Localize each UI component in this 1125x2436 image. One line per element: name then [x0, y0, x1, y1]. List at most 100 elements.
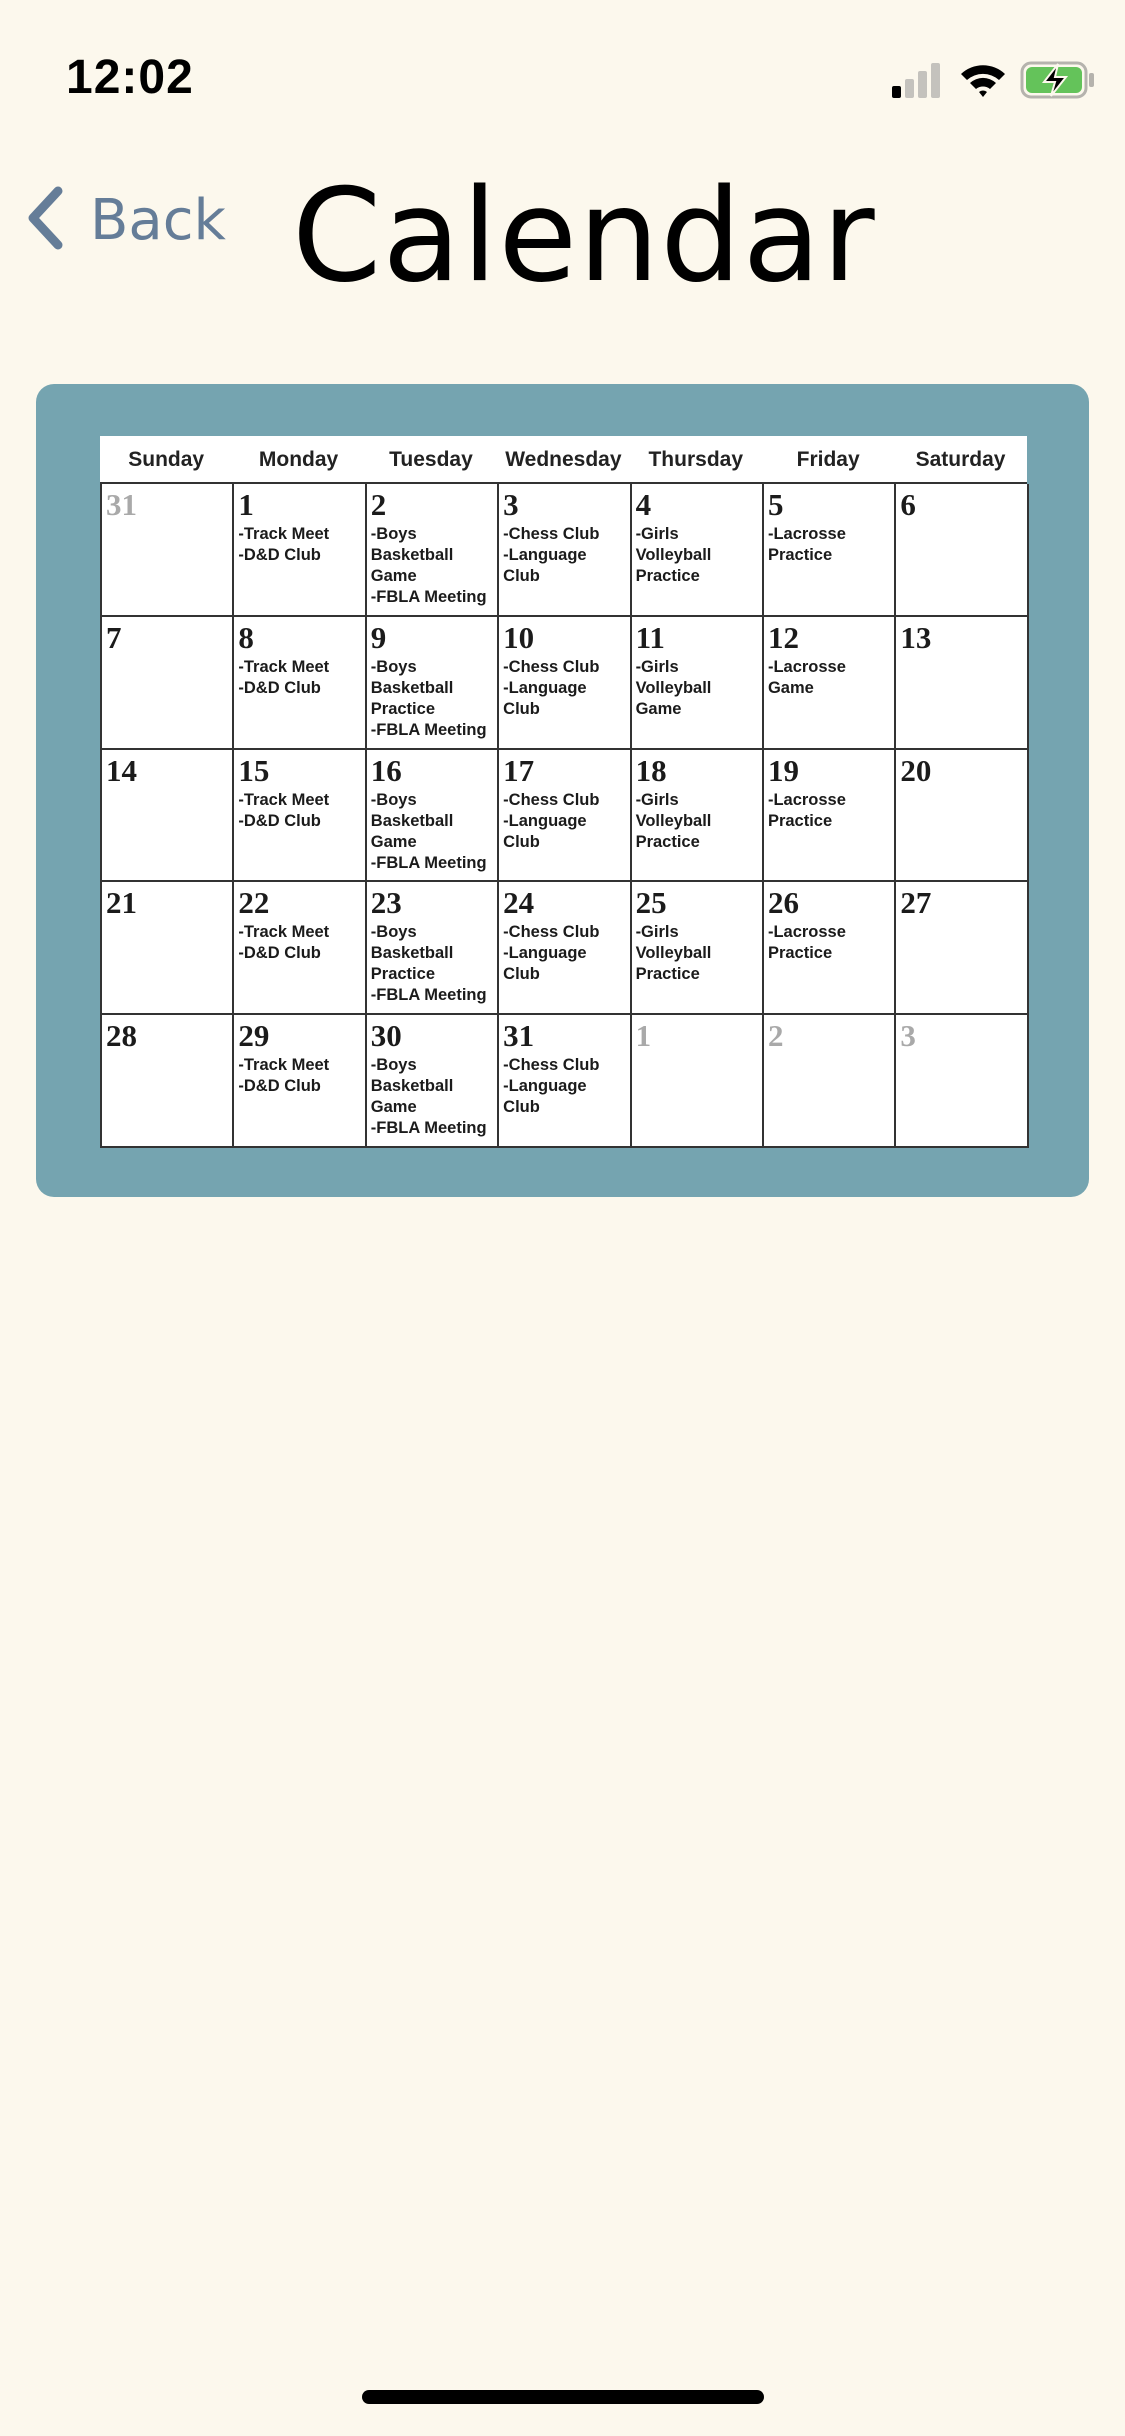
event-item[interactable]: -D&D Club: [238, 678, 360, 699]
event-item[interactable]: -D&D Club: [238, 943, 360, 964]
day-cell[interactable]: 23 -Boys Basketball Practice -FBLA Meeting: [366, 882, 500, 1016]
day-cell[interactable]: 13: [896, 616, 1029, 750]
event-item[interactable]: -Girls Volleyball Practice: [636, 922, 758, 985]
event-item[interactable]: -Girls Volleyball Practice: [636, 790, 758, 853]
event-item[interactable]: -Chess Club: [503, 790, 625, 811]
status-bar: 12:02: [0, 0, 1125, 150]
event-item[interactable]: -Girls Volleyball Game: [636, 657, 758, 720]
event-item[interactable]: -D&D Club: [238, 1076, 360, 1097]
day-cell[interactable]: 4 -Girls Volleyball Practice: [631, 484, 764, 617]
day-cell[interactable]: 1 -Track Meet -D&D Club: [234, 484, 367, 617]
page-title: Calendar: [292, 162, 876, 311]
event-item[interactable]: -Language Club: [503, 545, 625, 587]
day-cell[interactable]: 8 -Track Meet -D&D Club: [234, 616, 367, 750]
day-cell[interactable]: 15 -Track Meet -D&D Club: [234, 749, 367, 883]
day-number: 20: [900, 752, 932, 788]
home-indicator[interactable]: [362, 2390, 764, 2404]
event-item[interactable]: -Track Meet: [238, 790, 360, 811]
day-cell[interactable]: 19 -Lacrosse Practice: [763, 749, 897, 883]
event-item[interactable]: -Lacrosse Practice: [768, 922, 890, 964]
event-list: -Track Meet -D&D Club: [238, 1055, 360, 1097]
day-number: 29: [238, 1018, 270, 1054]
event-item[interactable]: -Chess Club: [503, 1055, 625, 1076]
day-number: 28: [106, 1018, 137, 1054]
battery-charging-icon: [1020, 60, 1096, 100]
event-item[interactable]: -Language Club: [503, 678, 625, 720]
event-item[interactable]: -Boys Basketball Practice: [371, 922, 493, 985]
day-number: 3: [503, 487, 519, 522]
day-cell[interactable]: 26 -Lacrosse Practice: [763, 882, 897, 1016]
event-item[interactable]: -FBLA Meeting: [371, 985, 493, 1006]
event-item[interactable]: -FBLA Meeting: [371, 1118, 493, 1139]
event-item[interactable]: -Language Club: [503, 943, 625, 985]
event-item[interactable]: -Lacrosse Practice: [768, 790, 890, 832]
day-grid: 31 1 -Track Meet -D&D Club 2 -Boys Basketball…: [100, 482, 1029, 1148]
event-item[interactable]: -Language Club: [503, 1076, 625, 1118]
event-item[interactable]: -Chess Club: [503, 657, 625, 678]
day-cell[interactable]: 31: [102, 484, 235, 617]
day-cell[interactable]: 22 -Track Meet -D&D Club: [234, 882, 367, 1016]
day-cell[interactable]: 20: [896, 749, 1029, 883]
event-item[interactable]: -Lacrosse Practice: [768, 524, 890, 566]
day-number: 13: [900, 619, 932, 655]
day-cell[interactable]: 18 -Girls Volleyball Practice: [631, 749, 764, 883]
event-item[interactable]: -Boys Basketball Game: [371, 524, 493, 587]
day-cell[interactable]: 9 -Boys Basketball Practice -FBLA Meeting: [366, 616, 500, 750]
day-cell[interactable]: 5 -Lacrosse Practice: [763, 484, 897, 617]
day-cell[interactable]: 17 -Chess Club -Language Club: [499, 749, 632, 883]
day-number: 23: [370, 885, 402, 921]
event-list: -Track Meet -D&D Club: [238, 657, 360, 699]
event-list: -Track Meet -D&D Club: [238, 790, 360, 832]
day-cell[interactable]: 2 -Boys Basketball Game -FBLA Meeting: [366, 484, 500, 617]
day-cell[interactable]: 6: [896, 484, 1029, 617]
event-item[interactable]: -Chess Club: [503, 524, 625, 545]
event-list: -Chess Club -Language Club: [503, 524, 625, 587]
event-item[interactable]: -Track Meet: [238, 1055, 360, 1076]
day-cell[interactable]: 30 -Boys Basketball Game -FBLA Meeting: [366, 1015, 500, 1148]
weekday-tuesday: Tuesday: [389, 448, 473, 471]
day-number: 17: [503, 752, 535, 788]
event-item[interactable]: -Lacrosse Game: [768, 657, 890, 699]
event-item[interactable]: -Boys Basketball Game: [371, 790, 493, 853]
day-cell[interactable]: 31 -Chess Club -Language Club: [499, 1015, 632, 1148]
event-list: -Chess Club -Language Club: [503, 922, 625, 985]
day-cell[interactable]: 12 -Lacrosse Game: [763, 616, 897, 750]
day-cell[interactable]: 25 -Girls Volleyball Practice: [631, 882, 764, 1016]
event-item[interactable]: -Track Meet: [238, 922, 360, 943]
day-cell[interactable]: 7: [102, 616, 235, 750]
event-list: -Boys Basketball Game -FBLA Meeting: [371, 1055, 493, 1139]
event-item[interactable]: -Boys Basketball Practice: [371, 657, 493, 720]
day-cell[interactable]: 14: [102, 749, 235, 883]
day-cell[interactable]: 10 -Chess Club -Language Club: [499, 616, 632, 750]
day-cell[interactable]: 3: [896, 1015, 1029, 1148]
event-list: -Boys Basketball Practice -FBLA Meeting: [371, 657, 493, 741]
day-cell[interactable]: 3 -Chess Club -Language Club: [499, 484, 632, 617]
event-item[interactable]: -Track Meet: [238, 524, 360, 545]
day-number: 16: [370, 752, 402, 788]
event-item[interactable]: -Girls Volleyball Practice: [636, 524, 758, 587]
event-item[interactable]: -Track Meet: [238, 657, 360, 678]
day-cell[interactable]: 16 -Boys Basketball Game -FBLA Meeting: [366, 749, 500, 883]
event-list: -Lacrosse Practice: [768, 922, 890, 964]
event-item[interactable]: -Boys Basketball Game: [371, 1055, 493, 1118]
back-button[interactable]: Back: [24, 180, 226, 260]
day-cell[interactable]: 2: [763, 1015, 897, 1148]
event-item[interactable]: -D&D Club: [238, 545, 360, 566]
event-item[interactable]: -Chess Club: [503, 922, 625, 943]
event-list: -Girls Volleyball Practice: [636, 922, 758, 985]
day-cell[interactable]: 21: [102, 882, 235, 1016]
event-item[interactable]: -FBLA Meeting: [371, 587, 493, 608]
event-item[interactable]: -D&D Club: [238, 811, 360, 832]
day-cell[interactable]: 28: [102, 1015, 235, 1148]
day-cell[interactable]: 29 -Track Meet -D&D Club: [234, 1015, 367, 1148]
event-item[interactable]: -FBLA Meeting: [371, 853, 493, 874]
event-item[interactable]: -Language Club: [503, 811, 625, 853]
day-cell[interactable]: 11 -Girls Volleyball Game: [631, 616, 764, 750]
day-cell[interactable]: 1: [631, 1015, 764, 1148]
day-number: 12: [767, 619, 799, 655]
event-item[interactable]: -FBLA Meeting: [371, 720, 493, 741]
day-cell[interactable]: 27: [896, 882, 1029, 1016]
day-cell[interactable]: 24 -Chess Club -Language Club: [499, 882, 632, 1016]
event-list: -Girls Volleyball Practice: [636, 790, 758, 853]
status-time: 12:02: [66, 51, 194, 104]
